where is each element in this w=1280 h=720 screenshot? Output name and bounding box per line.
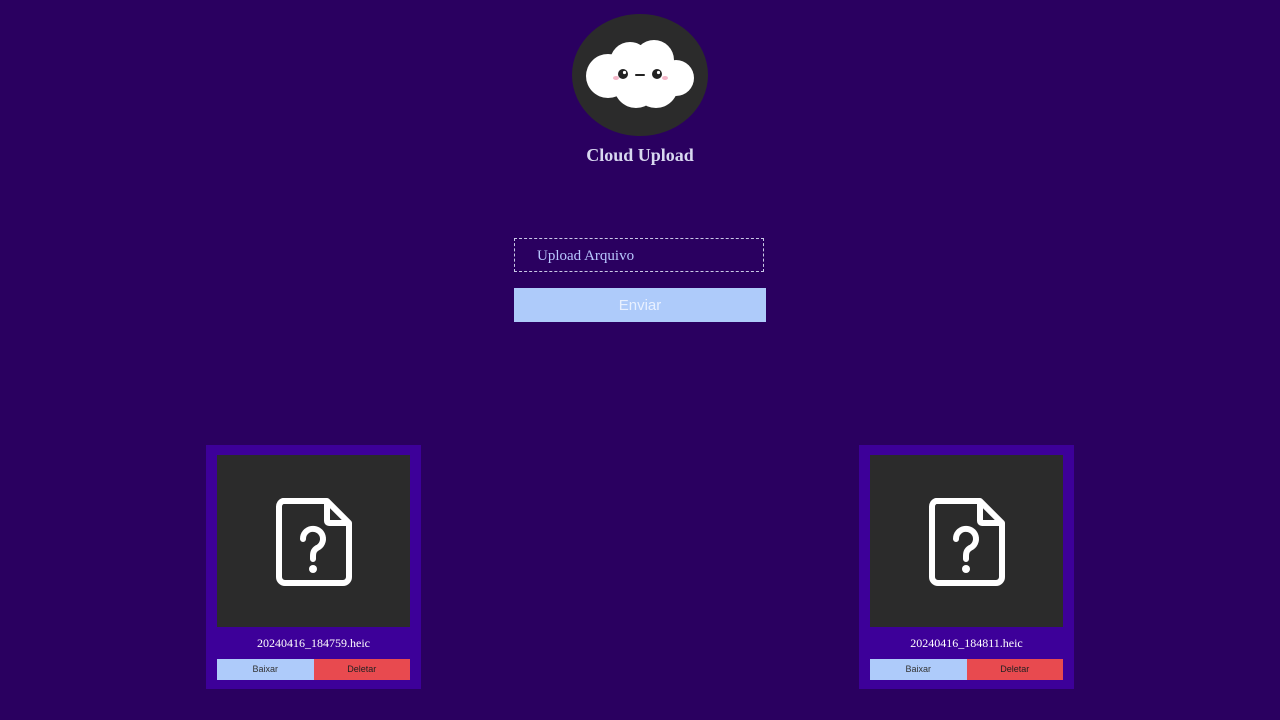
file-actions: Baixar Deletar (870, 659, 1063, 680)
download-button[interactable]: Baixar (870, 659, 967, 680)
delete-button[interactable]: Deletar (313, 659, 410, 680)
send-button[interactable]: Enviar (514, 288, 766, 322)
page: Cloud Upload Upload Arquivo Enviar 20240… (0, 0, 1280, 720)
file-actions: Baixar Deletar (217, 659, 410, 680)
app-title: Cloud Upload (586, 145, 694, 165)
file-name: 20240416_184811.heic (910, 636, 1023, 650)
upload-file-input[interactable]: Upload Arquivo (514, 238, 764, 272)
download-button[interactable]: Baixar (217, 659, 314, 680)
file-card: 20240416_184759.heic Baixar Deletar (206, 445, 421, 689)
file-thumbnail (870, 455, 1063, 627)
file-card: 20240416_184811.heic Baixar Deletar (859, 445, 1074, 689)
unknown-file-icon (276, 498, 352, 586)
smiling-cloud-icon (586, 40, 694, 108)
file-name: 20240416_184759.heic (257, 636, 370, 650)
logo (572, 14, 708, 136)
file-thumbnail (217, 455, 410, 627)
unknown-file-icon (929, 498, 1005, 586)
delete-button[interactable]: Deletar (966, 659, 1063, 680)
